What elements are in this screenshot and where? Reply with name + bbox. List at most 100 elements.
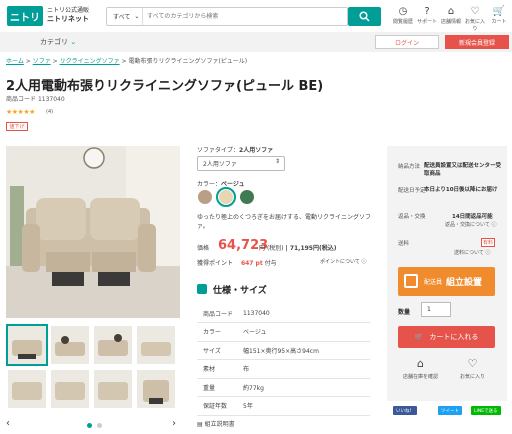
cart-icon: 🛒 — [414, 333, 424, 341]
shipping-badge: 有料 — [481, 238, 496, 247]
favorite-label: お気に入り — [459, 374, 485, 380]
shipping-label: 送料 — [398, 241, 410, 247]
spec-key: 素材 — [197, 359, 237, 379]
color-swatch-brown[interactable] — [198, 190, 212, 204]
nitori-logo[interactable]: ニトリ — [7, 6, 43, 26]
thumbnail-4[interactable] — [137, 326, 175, 364]
spec-value: 約77kg — [237, 378, 370, 397]
assembly-guide-link[interactable]: ▤ 組立説明書 — [197, 419, 235, 428]
spec-value: 幅151×奥行95×高さ94cm — [237, 341, 370, 360]
login-button[interactable]: ログイン — [375, 35, 439, 49]
main-product-image[interactable] — [6, 146, 180, 318]
next-arrow-icon[interactable]: › — [172, 418, 176, 429]
product-code-label: 商品コード — [6, 96, 37, 103]
sofa-type-value: 2人用ソファ — [239, 147, 274, 154]
thumbnail-image — [143, 380, 169, 404]
thumbnail-2[interactable] — [51, 326, 89, 364]
product-title: 2人用電動布張りリクライニングソファ(ピュール BE) — [6, 79, 324, 94]
spec-value: ベージュ — [237, 322, 370, 342]
add-to-cart-label: カートに入れる — [429, 333, 479, 341]
breadcrumb-separator: > — [25, 58, 33, 65]
sofa-type-select[interactable]: 2人用ソファ ⇕ — [197, 156, 285, 171]
support-link[interactable]: ? サポート — [416, 5, 438, 29]
thumbnail-5[interactable] — [8, 370, 46, 408]
color-swatch-green[interactable] — [240, 190, 254, 204]
tweet-button[interactable]: ツイート — [438, 406, 462, 415]
heart-icon: ♡ — [470, 6, 480, 17]
product-description: ゆったり極上のくつろぎをお届けする、電動リクライニングソファ。 — [197, 214, 372, 230]
sofa-type: ソファタイプ：2人用ソファ — [197, 145, 273, 154]
search-button[interactable] — [348, 7, 381, 26]
color-label: カラー： — [197, 181, 222, 188]
store-info-label: 店舗情報 — [440, 19, 461, 25]
carousel-dot-active[interactable] — [87, 423, 92, 428]
return-info-link[interactable]: 返品・交換について ⓘ — [445, 221, 496, 228]
search-input[interactable] — [147, 10, 343, 23]
nav-bar: カテゴリ ⌄ ログイン 新規会員登録 — [0, 32, 512, 52]
support-label: サポート — [416, 19, 437, 25]
review-count[interactable]: (4) — [46, 109, 53, 115]
prev-arrow-icon[interactable]: ‹ — [6, 418, 10, 429]
favorites-link[interactable]: ♡ お気に入り — [464, 5, 486, 32]
rating-stars[interactable]: ★★★★★ — [6, 108, 35, 116]
history-link[interactable]: ◷ 閲覧履歴 — [392, 5, 414, 29]
spec-value: 5年 — [237, 396, 370, 416]
thumbnail-6[interactable] — [51, 370, 89, 408]
facebook-like-button[interactable]: いいね！ — [393, 406, 417, 415]
store-info-link[interactable]: ⌂ 店舗情報 — [440, 5, 462, 29]
delivery-method-value: 配送員設置又は配送センター受取商品 — [424, 163, 502, 177]
favorites-label: お気に入り — [464, 19, 485, 32]
points-info-label: ポイントについて — [320, 259, 360, 265]
sofa-type-label: ソファタイプ： — [197, 147, 240, 154]
shipping-info-link[interactable]: 送料について ⓘ — [454, 249, 490, 256]
carousel-dot[interactable] — [97, 423, 102, 428]
document-icon: ▤ — [197, 421, 205, 428]
search-icon — [359, 11, 370, 22]
delivery-service-option[interactable]: 配送員 組立設置 — [398, 267, 495, 296]
delivery-date-value: 本日より10日後以降にお届け — [424, 187, 498, 193]
line-share-button[interactable]: LINEで送る — [471, 406, 501, 415]
tools-icon — [404, 274, 418, 288]
breadcrumb-reclining-sofa[interactable]: リクライニングソファ — [60, 58, 120, 65]
search-bar: すべて ⌄ — [106, 7, 348, 26]
thumbnail-image — [55, 382, 85, 400]
cart-link[interactable]: 🛒 カート — [488, 5, 510, 29]
store-stock-label: 店舗在庫を確認 — [402, 374, 438, 380]
color-swatch-beige[interactable] — [216, 187, 236, 207]
thumbnail-image — [55, 336, 85, 356]
add-to-cart-button[interactable]: 🛒 カートに入れる — [398, 326, 495, 348]
thumbnail-image — [12, 340, 42, 359]
store-stock-link[interactable]: ⌂ 店舗在庫を確認 — [398, 357, 443, 380]
breadcrumb-home[interactable]: ホーム — [6, 58, 24, 65]
line-share-label: LINEで送る — [474, 408, 498, 414]
points-info-link[interactable]: ポイントについて ⓘ — [320, 258, 366, 265]
register-button[interactable]: 新規会員登録 — [445, 35, 509, 49]
info-icon: ⓘ — [361, 259, 367, 265]
product-code: 商品コード 1137040 — [6, 94, 65, 103]
service-label: 配送員 — [424, 279, 443, 286]
cart-label: カート — [491, 19, 507, 25]
thumbnail-7[interactable] — [94, 370, 132, 408]
category-menu[interactable]: カテゴリ ⌄ — [40, 37, 76, 47]
thumbnail-8[interactable] — [137, 370, 175, 408]
points-value: 647 pt — [240, 260, 263, 267]
quantity-label: 数量 — [398, 309, 411, 316]
quantity-input[interactable]: 1 — [421, 302, 451, 317]
search-scope-select[interactable]: すべて ⌄ — [107, 8, 143, 25]
info-icon: ⓘ — [483, 250, 491, 256]
category-label: カテゴリ — [40, 38, 68, 46]
logo-text: ニトリ公式通販 ニトリネット — [47, 6, 89, 24]
clock-icon: ◷ — [398, 6, 408, 17]
favorite-button[interactable]: ♡ お気に入り — [450, 357, 495, 380]
thumbnail-3[interactable] — [94, 326, 132, 364]
thumbnail-1[interactable] — [6, 324, 48, 366]
breadcrumb: ホーム > ソファ > リクライニングソファ > 電動布張りリクライニングソファ… — [6, 56, 247, 65]
thumbnail-image — [98, 382, 128, 400]
logo-name: ニトリネット — [47, 15, 89, 23]
select-arrows-icon: ⇕ — [274, 158, 280, 165]
spec-key: サイズ — [197, 341, 237, 360]
chevron-down-icon: ⌄ — [134, 13, 140, 20]
breadcrumb-separator: > — [52, 58, 60, 65]
breadcrumb-sofa[interactable]: ソファ — [33, 58, 51, 65]
chevron-down-icon: ⌄ — [70, 38, 77, 46]
